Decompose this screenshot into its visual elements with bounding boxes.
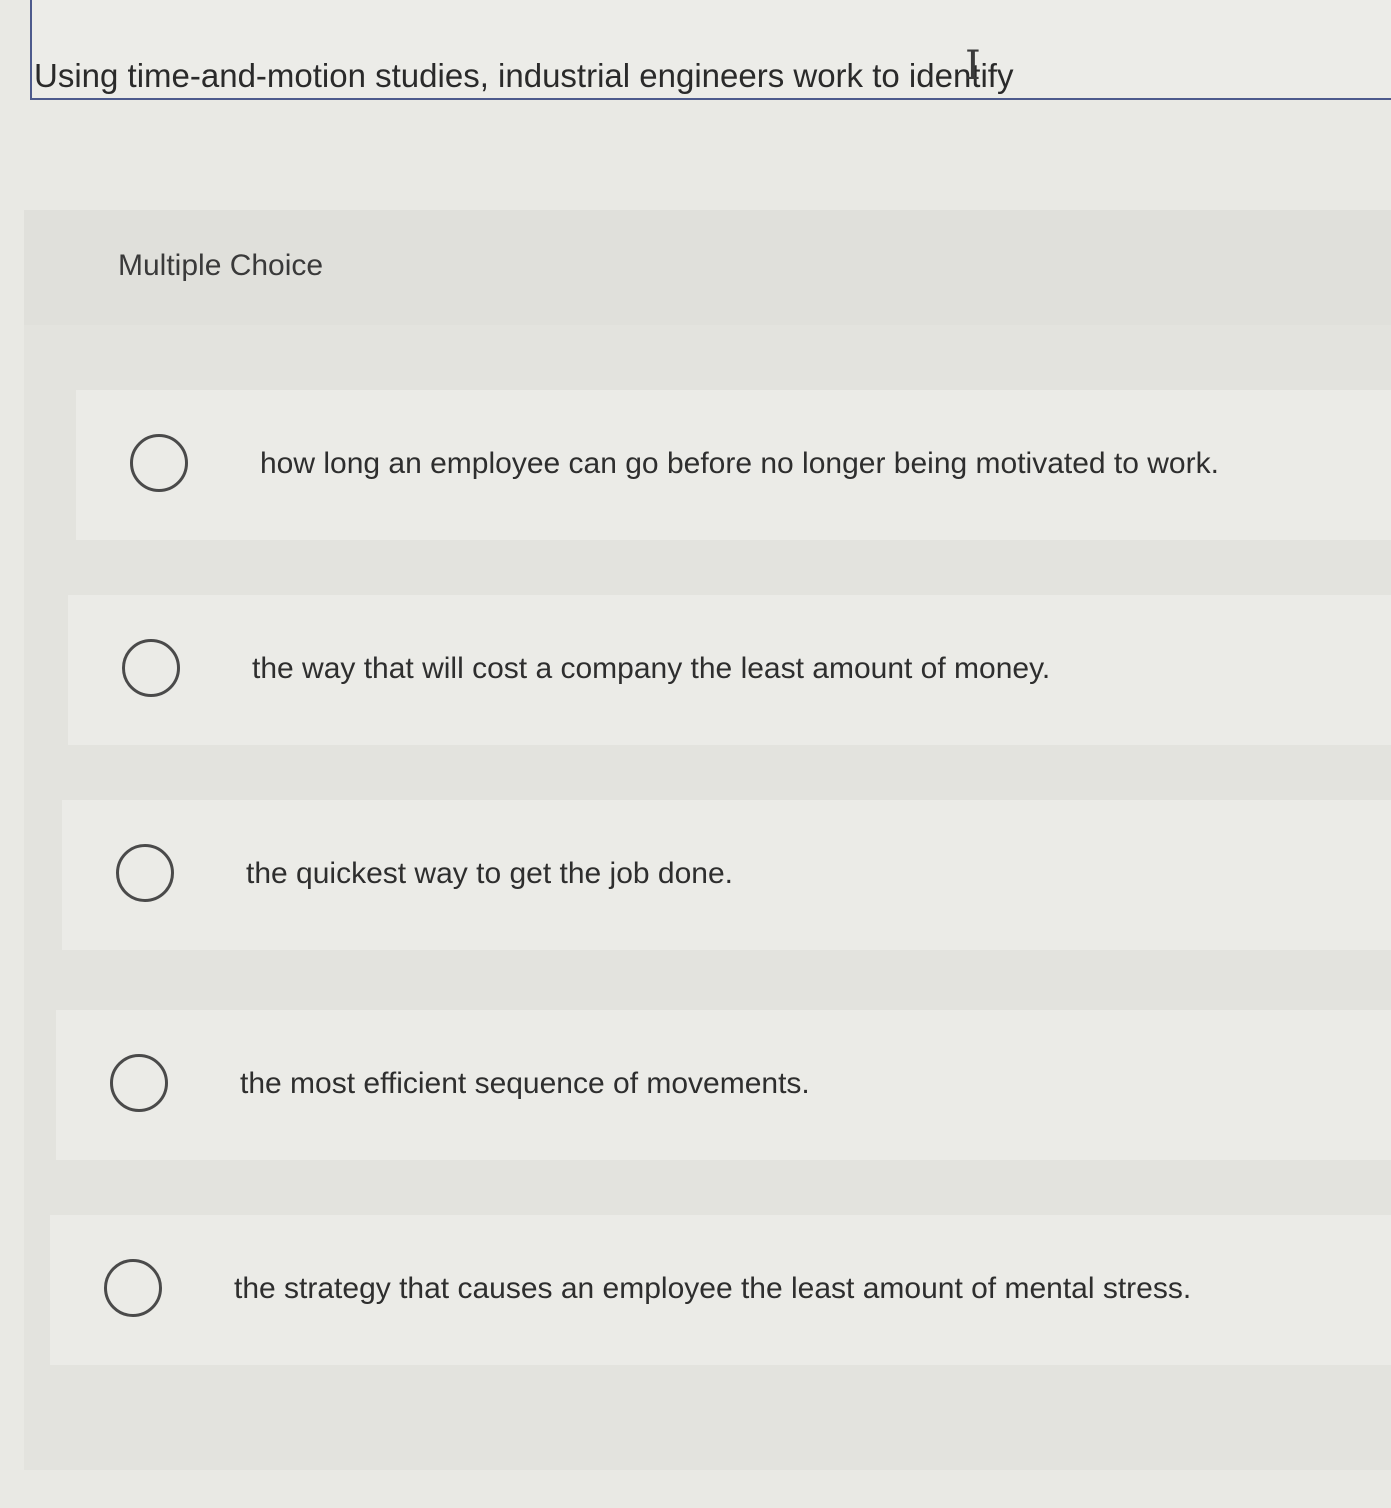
answer-option-1[interactable]: how long an employee can go before no lo…: [76, 390, 1391, 540]
radio-button-icon[interactable]: [116, 844, 174, 902]
question-text: Using time-and-motion studies, industria…: [34, 57, 1014, 94]
answer-option-text: the quickest way to get the job done.: [246, 857, 733, 890]
answer-option-text: how long an employee can go before no lo…: [260, 447, 1219, 480]
multiple-choice-header: Multiple Choice: [24, 210, 1391, 325]
answer-option-3[interactable]: the quickest way to get the job done.: [62, 800, 1391, 950]
answer-option-4[interactable]: the most efficient sequence of movements…: [56, 1010, 1391, 1160]
multiple-choice-label: Multiple Choice: [118, 249, 324, 282]
answer-option-text: the most efficient sequence of movements…: [240, 1067, 810, 1100]
answer-option-text: the strategy that causes an employee the…: [234, 1272, 1192, 1305]
radio-button-icon[interactable]: [104, 1259, 162, 1317]
radio-button-icon[interactable]: [130, 434, 188, 492]
text-cursor-icon: I: [965, 43, 981, 89]
radio-button-icon[interactable]: [110, 1054, 168, 1112]
radio-button-icon[interactable]: [122, 639, 180, 697]
answer-option-5[interactable]: the strategy that causes an employee the…: [50, 1215, 1391, 1365]
answer-option-text: the way that will cost a company the lea…: [252, 652, 1051, 685]
answer-option-2[interactable]: the way that will cost a company the lea…: [68, 595, 1391, 745]
